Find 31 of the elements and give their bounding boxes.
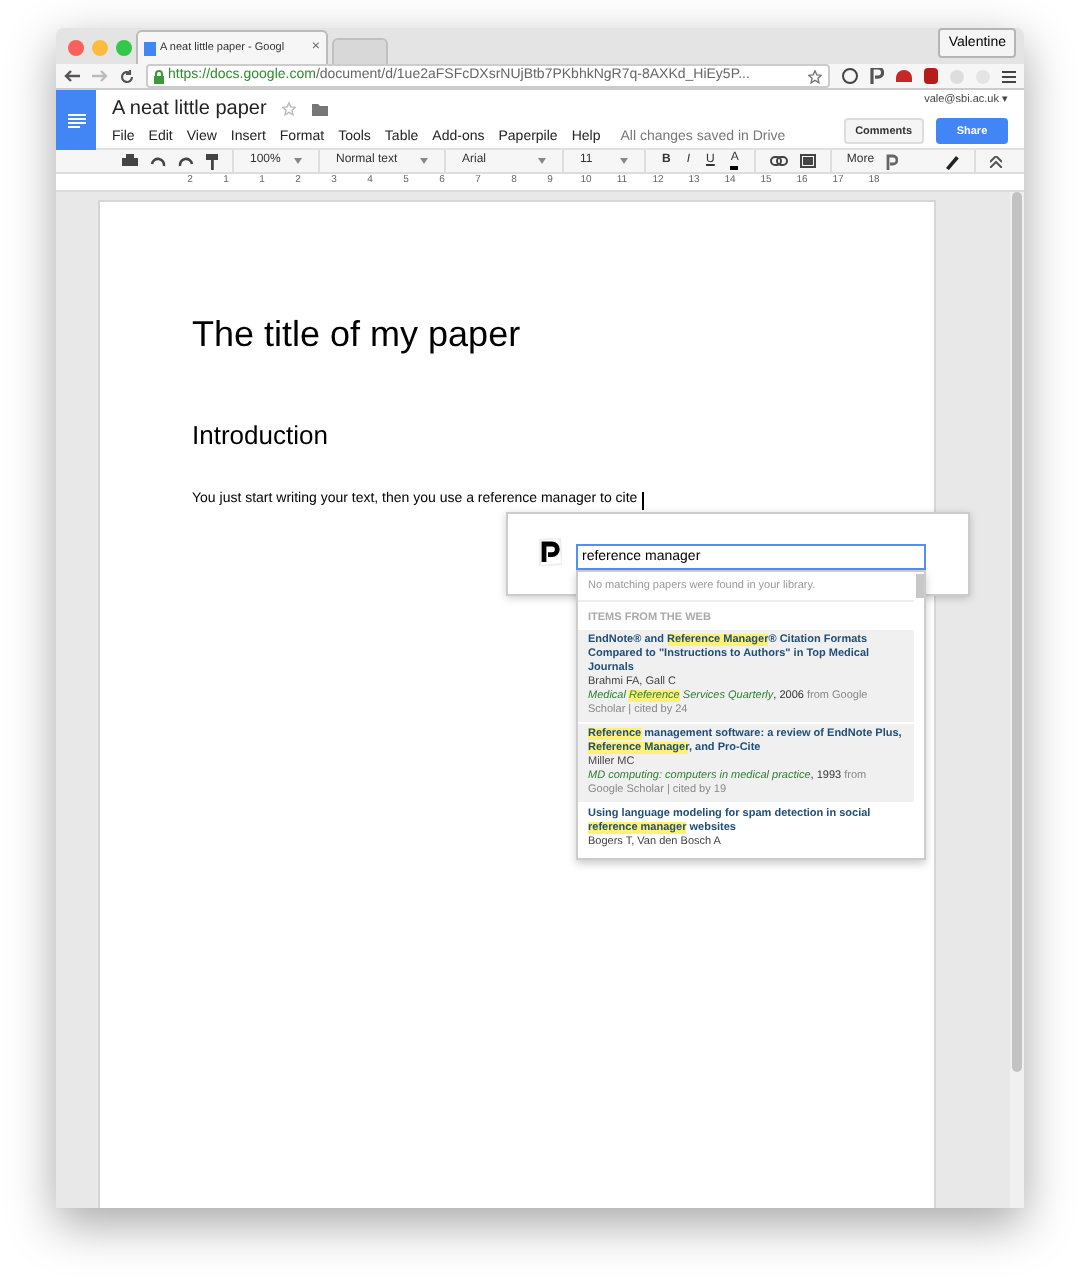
- document-icon: [67, 113, 85, 127]
- paperpile-logo-icon: [538, 537, 562, 565]
- star-icon[interactable]: [808, 69, 822, 83]
- folder-icon[interactable]: [312, 103, 329, 115]
- info-icon[interactable]: [842, 68, 858, 84]
- caret-icon: [538, 158, 546, 164]
- collapse-icon[interactable]: [990, 155, 1002, 167]
- paperpile-icon[interactable]: [886, 153, 899, 169]
- caret-icon: [420, 158, 428, 164]
- search-result[interactable]: [578, 630, 914, 724]
- document-title-text: The title of my paper: [192, 311, 523, 358]
- back-icon[interactable]: [64, 70, 80, 82]
- docs-home-button[interactable]: [56, 90, 96, 150]
- heading-text: Introduction: [192, 417, 330, 453]
- document-title[interactable]: A neat little paper: [112, 94, 267, 124]
- lock-icon: [154, 69, 164, 83]
- undo-icon[interactable]: [150, 155, 166, 167]
- menu-icon[interactable]: [1002, 69, 1016, 83]
- text-cursor: [641, 491, 644, 510]
- reload-icon[interactable]: [120, 69, 134, 83]
- docs-icon: [144, 41, 156, 55]
- paint-format-icon[interactable]: [206, 153, 218, 169]
- star-icon[interactable]: [282, 102, 297, 116]
- caret-icon: [294, 158, 302, 164]
- scrollbar-thumb[interactable]: [1012, 191, 1022, 1071]
- print-icon[interactable]: [122, 154, 138, 168]
- redo-icon[interactable]: [178, 155, 194, 167]
- link-icon[interactable]: [770, 156, 789, 166]
- caret-icon: [620, 158, 628, 164]
- comment-icon[interactable]: [800, 154, 817, 168]
- scrollbar-thumb[interactable]: [916, 573, 924, 597]
